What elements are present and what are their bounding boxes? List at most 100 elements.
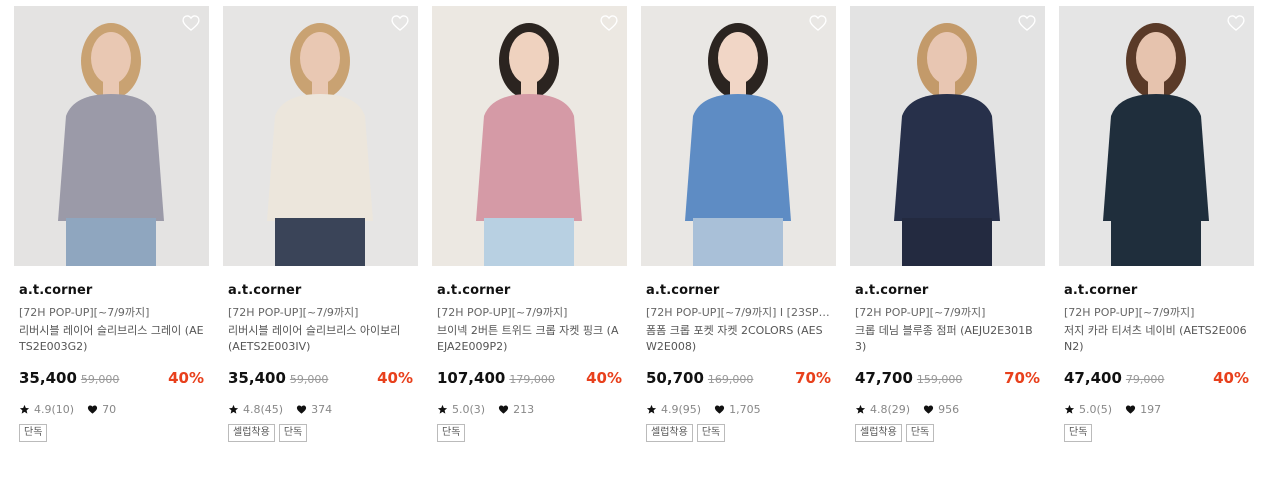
sale-price: 50,700 xyxy=(646,369,704,387)
top-garment xyxy=(267,94,373,221)
face xyxy=(718,32,758,84)
top-garment xyxy=(894,94,1000,221)
sale-price: 107,400 xyxy=(437,369,506,387)
star-icon xyxy=(437,404,448,415)
rating-likes-row: 4.8(29) 956 xyxy=(855,401,1040,417)
product-name[interactable]: 크롭 데님 블루종 점퍼 (AEJU2E301B3) xyxy=(855,323,1040,355)
likes: 197 xyxy=(1125,403,1161,416)
brand-name[interactable]: a.t.corner xyxy=(1064,283,1249,299)
heart-filled-icon xyxy=(714,404,725,415)
likes-count: 70 xyxy=(102,402,117,416)
price-row: 35,400 59,000 40% xyxy=(19,369,204,389)
badge-tag: 단독 xyxy=(19,424,48,442)
product-card[interactable]: a.t.corner [72H POP-UP][~7/9까지] 리버시블 레이어… xyxy=(14,6,209,442)
product-name[interactable]: 저지 카라 티셔츠 네이비 (AETS2E006N2) xyxy=(1064,323,1249,355)
rating-text: 4.9(95) xyxy=(661,402,702,416)
bottom-garment xyxy=(275,218,365,266)
product-card[interactable]: a.t.corner [72H POP-UP][~7/9까지] 저지 카라 티셔… xyxy=(1059,6,1254,442)
tag-list: 셀럽착용 단독 xyxy=(228,424,413,442)
likes-count: 213 xyxy=(513,402,535,416)
wishlist-heart-icon[interactable] xyxy=(390,13,410,33)
rating-text: 4.9(10) xyxy=(34,402,75,416)
face xyxy=(927,32,967,84)
product-grid: a.t.corner [72H POP-UP][~7/9까지] 리버시블 레이어… xyxy=(14,6,1254,442)
wishlist-heart-icon[interactable] xyxy=(181,13,201,33)
likes: 213 xyxy=(498,403,534,416)
original-price: 59,000 xyxy=(289,373,329,386)
product-card[interactable]: a.t.corner [72H POP-UP][~7/9까지] 브이넥 2버튼 … xyxy=(432,6,627,442)
product-name[interactable]: 리버시블 레이어 슬리브리스 아이보리 (AETS2E003IV) xyxy=(228,323,413,355)
top-garment xyxy=(476,94,582,221)
face xyxy=(300,32,340,84)
promo-text: [72H POP-UP][~7/9까지] xyxy=(19,306,150,319)
original-price: 169,000 xyxy=(707,373,754,386)
discount-rate: 70% xyxy=(795,369,831,387)
rating-likes-row: 4.9(95) 1,705 xyxy=(646,401,831,417)
wishlist-heart-icon[interactable] xyxy=(1017,13,1037,33)
wishlist-heart-icon[interactable] xyxy=(1226,13,1246,33)
wishlist-heart-icon[interactable] xyxy=(599,13,619,33)
rating-likes-row: 4.8(45) 374 xyxy=(228,401,413,417)
tag-list: 셀럽착용 단독 xyxy=(646,424,831,442)
product-image[interactable] xyxy=(641,6,836,266)
badge-tag: 단독 xyxy=(905,424,935,442)
product-name[interactable]: 리버시블 레이어 슬리브리스 그레이 (AETS2E003G2) xyxy=(19,323,204,355)
price-row: 50,700 169,000 70% xyxy=(646,369,831,389)
rating-likes-row: 4.9(10) 70 xyxy=(19,401,204,417)
model-photo xyxy=(641,6,836,266)
badge-tag: 단독 xyxy=(696,424,726,442)
promo-text: [72H POP-UP][~7/9까지] xyxy=(855,306,986,319)
likes-count: 1,705 xyxy=(729,402,761,416)
rating-text: 5.0(5) xyxy=(1079,402,1113,416)
bottom-garment xyxy=(66,218,156,266)
product-name[interactable]: 폼폼 크롭 포켓 자켓 2COLORS (AESW2E008) xyxy=(646,323,831,355)
product-name[interactable]: 브이넥 2버튼 트위드 크롭 자켓 핑크 (AEJA2E009P2) xyxy=(437,323,622,355)
badge-tag: 단독 xyxy=(278,424,308,442)
brand-name[interactable]: a.t.corner xyxy=(646,283,831,299)
rating-text: 4.8(29) xyxy=(870,402,911,416)
rating-likes-row: 5.0(5) 197 xyxy=(1064,401,1249,417)
likes-count: 374 xyxy=(311,402,333,416)
rating-likes-row: 5.0(3) 213 xyxy=(437,401,622,417)
discount-rate: 40% xyxy=(1213,369,1249,387)
badge-tag: 셀럽착용 xyxy=(855,424,902,442)
model-photo xyxy=(432,6,627,266)
top-garment xyxy=(685,94,791,221)
wishlist-heart-icon[interactable] xyxy=(808,13,828,33)
product-info: a.t.corner [72H POP-UP][~7/9까지] 크롭 데님 블루… xyxy=(850,283,1045,442)
top-garment xyxy=(1103,94,1209,221)
product-image[interactable] xyxy=(850,6,1045,266)
sale-price: 47,400 xyxy=(1064,369,1122,387)
discount-rate: 40% xyxy=(377,369,413,387)
tag-list: 단독 xyxy=(1064,424,1249,442)
likes-count: 197 xyxy=(1140,402,1162,416)
brand-name[interactable]: a.t.corner xyxy=(855,283,1040,299)
heart-filled-icon xyxy=(1125,404,1136,415)
bottom-garment xyxy=(484,218,574,266)
product-card[interactable]: a.t.corner [72H POP-UP][~7/9까지] 크롭 데님 블루… xyxy=(850,6,1045,442)
product-image[interactable] xyxy=(432,6,627,266)
likes-count: 956 xyxy=(938,402,960,416)
model-photo xyxy=(850,6,1045,266)
product-image[interactable] xyxy=(223,6,418,266)
product-image[interactable] xyxy=(14,6,209,266)
product-info: a.t.corner [72H POP-UP][~7/9까지] 저지 카라 티셔… xyxy=(1059,283,1254,442)
product-image[interactable] xyxy=(1059,6,1254,266)
brand-name[interactable]: a.t.corner xyxy=(228,283,413,299)
brand-name[interactable]: a.t.corner xyxy=(19,283,204,299)
product-card[interactable]: a.t.corner [72H POP-UP][~7/9까지] I [23SPR… xyxy=(641,6,836,442)
rating-text: 5.0(3) xyxy=(452,402,486,416)
model-photo xyxy=(1059,6,1254,266)
original-price: 59,000 xyxy=(80,373,120,386)
likes: 1,705 xyxy=(714,403,761,416)
price-row: 47,400 79,000 40% xyxy=(1064,369,1249,389)
brand-name[interactable]: a.t.corner xyxy=(437,283,622,299)
product-info: a.t.corner [72H POP-UP][~7/9까지] I [23SPR… xyxy=(641,283,836,442)
promo-text: [72H POP-UP][~7/9까지] xyxy=(1064,306,1195,319)
discount-rate: 70% xyxy=(1004,369,1040,387)
product-info: a.t.corner [72H POP-UP][~7/9까지] 리버시블 레이어… xyxy=(223,283,418,442)
product-info: a.t.corner [72H POP-UP][~7/9까지] 리버시블 레이어… xyxy=(14,283,209,442)
product-card[interactable]: a.t.corner [72H POP-UP][~7/9까지] 리버시블 레이어… xyxy=(223,6,418,442)
face xyxy=(509,32,549,84)
rating-text: 4.8(45) xyxy=(243,402,284,416)
